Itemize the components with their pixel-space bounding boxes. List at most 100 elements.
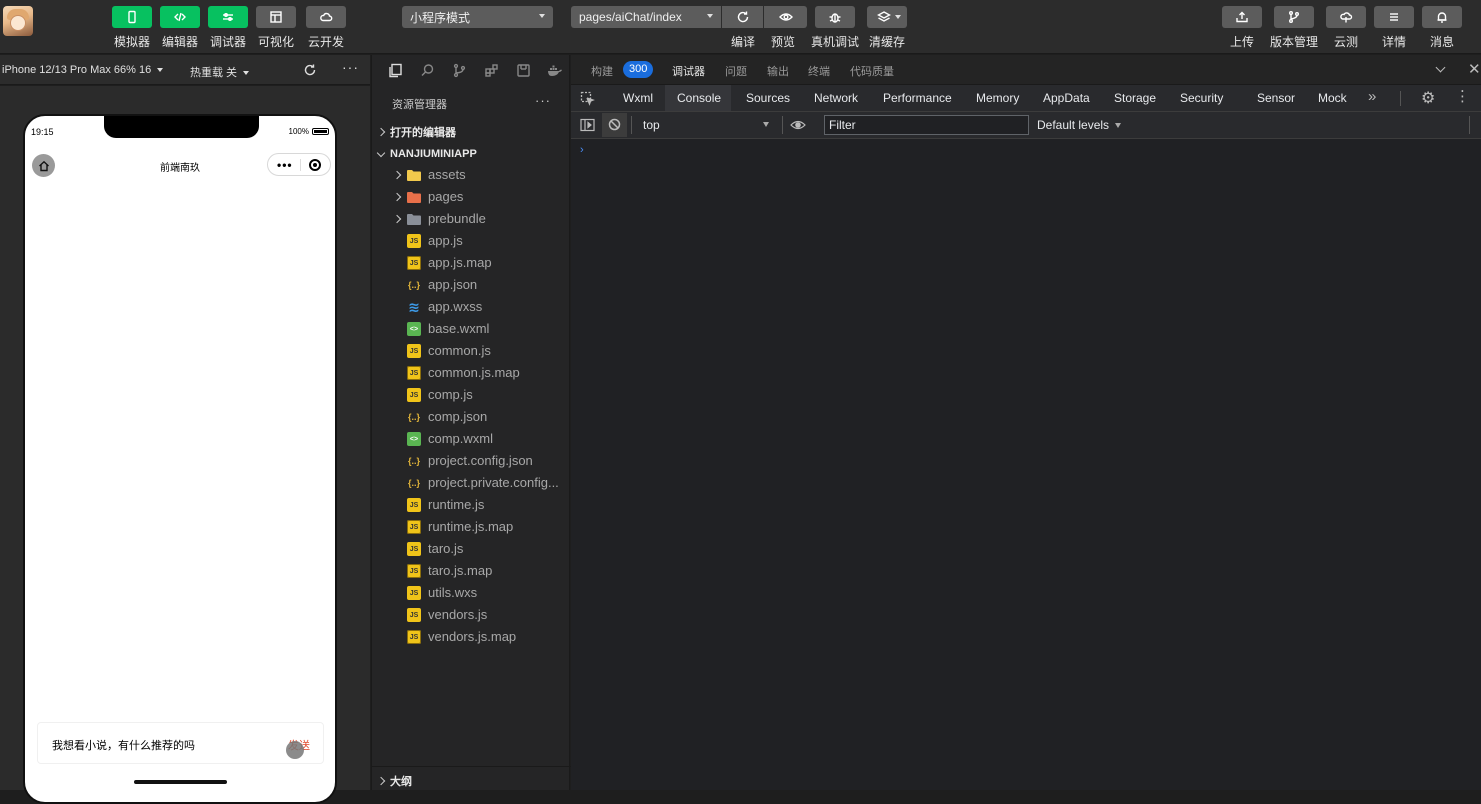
files-icon[interactable] xyxy=(380,55,412,85)
clear-cache-button[interactable] xyxy=(867,6,907,28)
file-tree-item[interactable]: pages xyxy=(372,186,571,208)
file-tree-item[interactable]: JS runtime.js xyxy=(372,494,571,516)
tab-sources[interactable]: Sources xyxy=(746,91,790,105)
file-tree-item[interactable]: JS taro.js xyxy=(372,538,571,560)
file-tree-item[interactable]: {..} comp.json xyxy=(372,406,571,428)
tab-mock[interactable]: Mock xyxy=(1318,91,1347,105)
tab-network[interactable]: Network xyxy=(814,91,858,105)
messages-button[interactable] xyxy=(1422,6,1462,28)
tab-code-quality[interactable]: 代码质量 xyxy=(850,63,894,79)
real-device-debug-button[interactable] xyxy=(815,6,855,28)
file-tree-item[interactable]: ≋ app.wxss xyxy=(372,296,571,318)
eye-icon[interactable] xyxy=(790,118,806,132)
tab-terminal[interactable]: 终端 xyxy=(808,63,830,79)
log-levels-select[interactable]: Default levels xyxy=(1037,118,1122,132)
extensions-icon[interactable] xyxy=(475,55,507,85)
file-tree-item[interactable]: JS app.js xyxy=(372,230,571,252)
tab-performance[interactable]: Performance xyxy=(883,91,952,105)
source-control-icon[interactable] xyxy=(444,55,476,85)
clear-console-button[interactable] xyxy=(602,113,627,137)
file-tree-item[interactable]: <> comp.wxml xyxy=(372,428,571,450)
visual-toggle-button[interactable] xyxy=(256,6,296,28)
upload-button[interactable] xyxy=(1222,6,1262,28)
more-options-icon[interactable]: ··· xyxy=(535,93,551,108)
more-icon[interactable]: ••• xyxy=(277,158,293,172)
tab-output[interactable]: 输出 xyxy=(767,63,789,79)
search-icon[interactable] xyxy=(412,55,444,85)
console-prompt[interactable]: › xyxy=(580,144,584,156)
sidebar-toggle-icon[interactable] xyxy=(580,118,595,132)
file-tree-item[interactable]: JS common.js.map xyxy=(372,362,571,384)
chat-input-bar: 我想看小说，有什么推荐的吗 发送 xyxy=(37,722,324,764)
file-tree-item[interactable]: JS runtime.js.map xyxy=(372,516,571,538)
file-tree-item[interactable]: JS taro.js.map xyxy=(372,560,571,582)
touch-cursor-indicator xyxy=(286,741,304,759)
console-filter-input[interactable]: Filter xyxy=(824,115,1029,135)
settings-gear-icon[interactable]: ⚙ xyxy=(1421,88,1435,108)
tab-memory[interactable]: Memory xyxy=(976,91,1019,105)
compile-page-select[interactable]: pages/aiChat/index xyxy=(571,6,721,28)
storage-icon[interactable] xyxy=(507,55,539,85)
file-tree-item[interactable]: JS comp.js xyxy=(372,384,571,406)
tab-storage[interactable]: Storage xyxy=(1114,91,1156,105)
tab-security[interactable]: Security xyxy=(1180,91,1223,105)
inspect-icon[interactable] xyxy=(580,91,595,106)
visual-label: 可视化 xyxy=(258,35,295,49)
cloud-dev-button[interactable] xyxy=(306,6,346,28)
tab-appdata[interactable]: AppData xyxy=(1043,91,1090,105)
file-tree-item[interactable]: JS vendors.js xyxy=(372,604,571,626)
bug-icon xyxy=(829,13,841,23)
close-target-icon[interactable] xyxy=(309,159,321,171)
more-tabs-icon[interactable]: » xyxy=(1368,88,1376,105)
hot-reload-select[interactable]: 热重载 关 xyxy=(190,64,250,80)
tabs-divider xyxy=(1400,91,1401,106)
project-section[interactable]: NANJIUMINIAPP xyxy=(376,148,477,160)
phone-notch xyxy=(104,116,259,138)
chevron-down-icon[interactable] xyxy=(763,122,769,127)
devtools-top-tabs: 构建 300 调试器 问题 输出 终端 代码质量 ✕ xyxy=(571,55,1481,85)
file-tree-item[interactable]: prebundle xyxy=(372,208,571,230)
tab-debugger[interactable]: 调试器 xyxy=(672,63,705,79)
collapse-chevron-icon[interactable] xyxy=(1435,62,1446,73)
tab-sensor[interactable]: Sensor xyxy=(1257,91,1295,105)
context-select[interactable]: top xyxy=(643,118,660,132)
file-tree-item[interactable]: {..} project.private.config... xyxy=(372,472,571,494)
file-name: app.js.map xyxy=(428,255,492,270)
debugger-toggle-button[interactable] xyxy=(208,6,248,28)
json-file-icon: {..} xyxy=(407,478,420,488)
tab-build[interactable]: 构建 xyxy=(591,63,613,79)
chat-input[interactable]: 我想看小说，有什么推荐的吗 xyxy=(52,737,195,753)
file-name: runtime.js.map xyxy=(428,519,514,534)
file-tree-item[interactable]: JS vendors.js.map xyxy=(372,626,571,648)
tab-wxml[interactable]: Wxml xyxy=(623,91,653,105)
chevron-down-icon xyxy=(539,14,545,18)
device-select[interactable]: iPhone 12/13 Pro Max 66% 16 xyxy=(2,64,164,76)
compile-button[interactable] xyxy=(722,6,763,28)
kebab-menu-icon[interactable]: ⋮ xyxy=(1455,87,1470,105)
tab-problems[interactable]: 问题 xyxy=(725,63,747,79)
more-options-icon[interactable]: ··· xyxy=(342,59,359,75)
file-tree-item[interactable]: JS utils.wxs xyxy=(372,582,571,604)
simulator-toggle-button[interactable] xyxy=(112,6,152,28)
cloud-test-button[interactable] xyxy=(1326,6,1366,28)
user-avatar[interactable] xyxy=(3,6,33,36)
details-button[interactable] xyxy=(1374,6,1414,28)
file-tree-item[interactable]: <> base.wxml xyxy=(372,318,571,340)
tab-console[interactable]: Console xyxy=(677,91,721,105)
version-control-button[interactable] xyxy=(1274,6,1314,28)
outline-section[interactable]: 大纲 xyxy=(372,766,571,790)
rotate-icon[interactable] xyxy=(303,63,317,77)
file-tree-item[interactable]: assets xyxy=(372,164,571,186)
editor-label: 编辑器 xyxy=(162,35,199,49)
file-tree-item[interactable]: {..} app.json xyxy=(372,274,571,296)
file-tree-item[interactable]: {..} project.config.json xyxy=(372,450,571,472)
open-editors-section[interactable]: 打开的编辑器 xyxy=(376,124,456,140)
explorer-activity-bar xyxy=(372,55,571,85)
close-icon[interactable]: ✕ xyxy=(1468,60,1481,78)
editor-toggle-button[interactable] xyxy=(160,6,200,28)
preview-button[interactable] xyxy=(764,6,807,28)
docker-icon[interactable] xyxy=(539,55,571,85)
file-tree-item[interactable]: JS app.js.map xyxy=(372,252,571,274)
file-tree-item[interactable]: JS common.js xyxy=(372,340,571,362)
mode-select[interactable]: 小程序模式 xyxy=(402,6,553,28)
